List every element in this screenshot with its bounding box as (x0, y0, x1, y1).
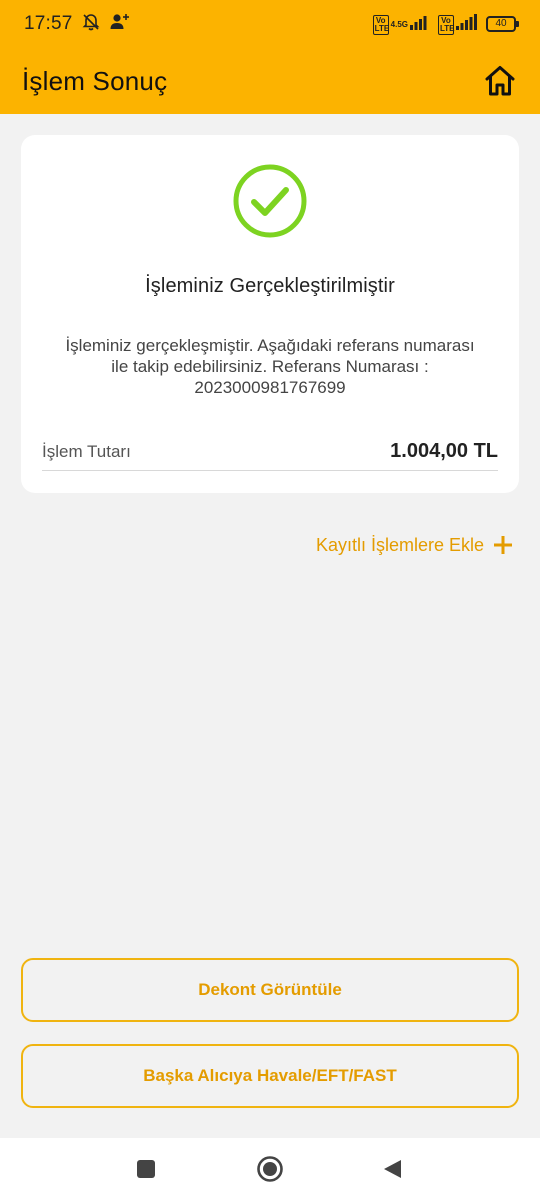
new-transfer-button[interactable]: Başka Alıcıya Havale/EFT/FAST (21, 1044, 519, 1108)
result-card: İşleminiz Gerçekleştirilmiştir İşleminiz… (21, 135, 519, 493)
sim1-signal: Vo LTE 4.5G (372, 14, 430, 35)
save-transaction-label: Kayıtlı İşlemlere Ekle (315, 534, 484, 555)
signal-icon (410, 14, 430, 35)
view-receipt-button[interactable]: Dekont Görüntüle (21, 958, 519, 1022)
amount-row: İşlem Tutarı 1.004,00 TL (42, 433, 498, 471)
status-right-icons: Vo LTE 4.5G Vo LTE 40 (372, 13, 519, 35)
result-title: İşleminiz Gerçekleştirilmiştir (145, 275, 395, 297)
status-time: 17:57 (24, 13, 73, 34)
check-circle-icon (233, 164, 307, 238)
volte-badge: Vo LTE (372, 14, 390, 35)
battery-icon: 40 (486, 16, 519, 32)
sim2-signal: Vo LTE (438, 13, 478, 35)
app-bar: İşlem Sonuç (0, 48, 540, 114)
network-type: 4.5G (390, 19, 408, 29)
result-description: İşleminiz gerçekleşmiştir. Aşağıdaki ref… (65, 336, 475, 397)
page-title: İşlem Sonuç (22, 65, 168, 96)
recents-button[interactable] (126, 1138, 166, 1200)
recents-icon (137, 1160, 155, 1178)
person-add-icon (109, 12, 131, 37)
bell-off-icon (81, 12, 101, 37)
status-bar: 17:57 Vo LTE 4.5G Vo LTE 40 (0, 0, 540, 48)
volte-badge: Vo LTE (438, 14, 455, 35)
save-transaction-link[interactable]: Kayıtlı İşlemlere Ekle (316, 534, 514, 556)
status-left-icons (81, 12, 131, 37)
home-nav-button[interactable] (248, 1138, 292, 1200)
back-nav-button[interactable] (372, 1138, 412, 1200)
system-nav-bar (0, 1138, 540, 1200)
amount-label: İşlem Tutarı (42, 441, 131, 461)
back-icon (384, 1160, 401, 1178)
home-button[interactable] (482, 63, 518, 99)
home-icon (485, 66, 515, 96)
plus-icon (494, 536, 512, 554)
home-circle-icon (257, 1156, 283, 1182)
amount-value: 1.004,00 TL (390, 440, 498, 462)
signal-icon (456, 13, 478, 35)
